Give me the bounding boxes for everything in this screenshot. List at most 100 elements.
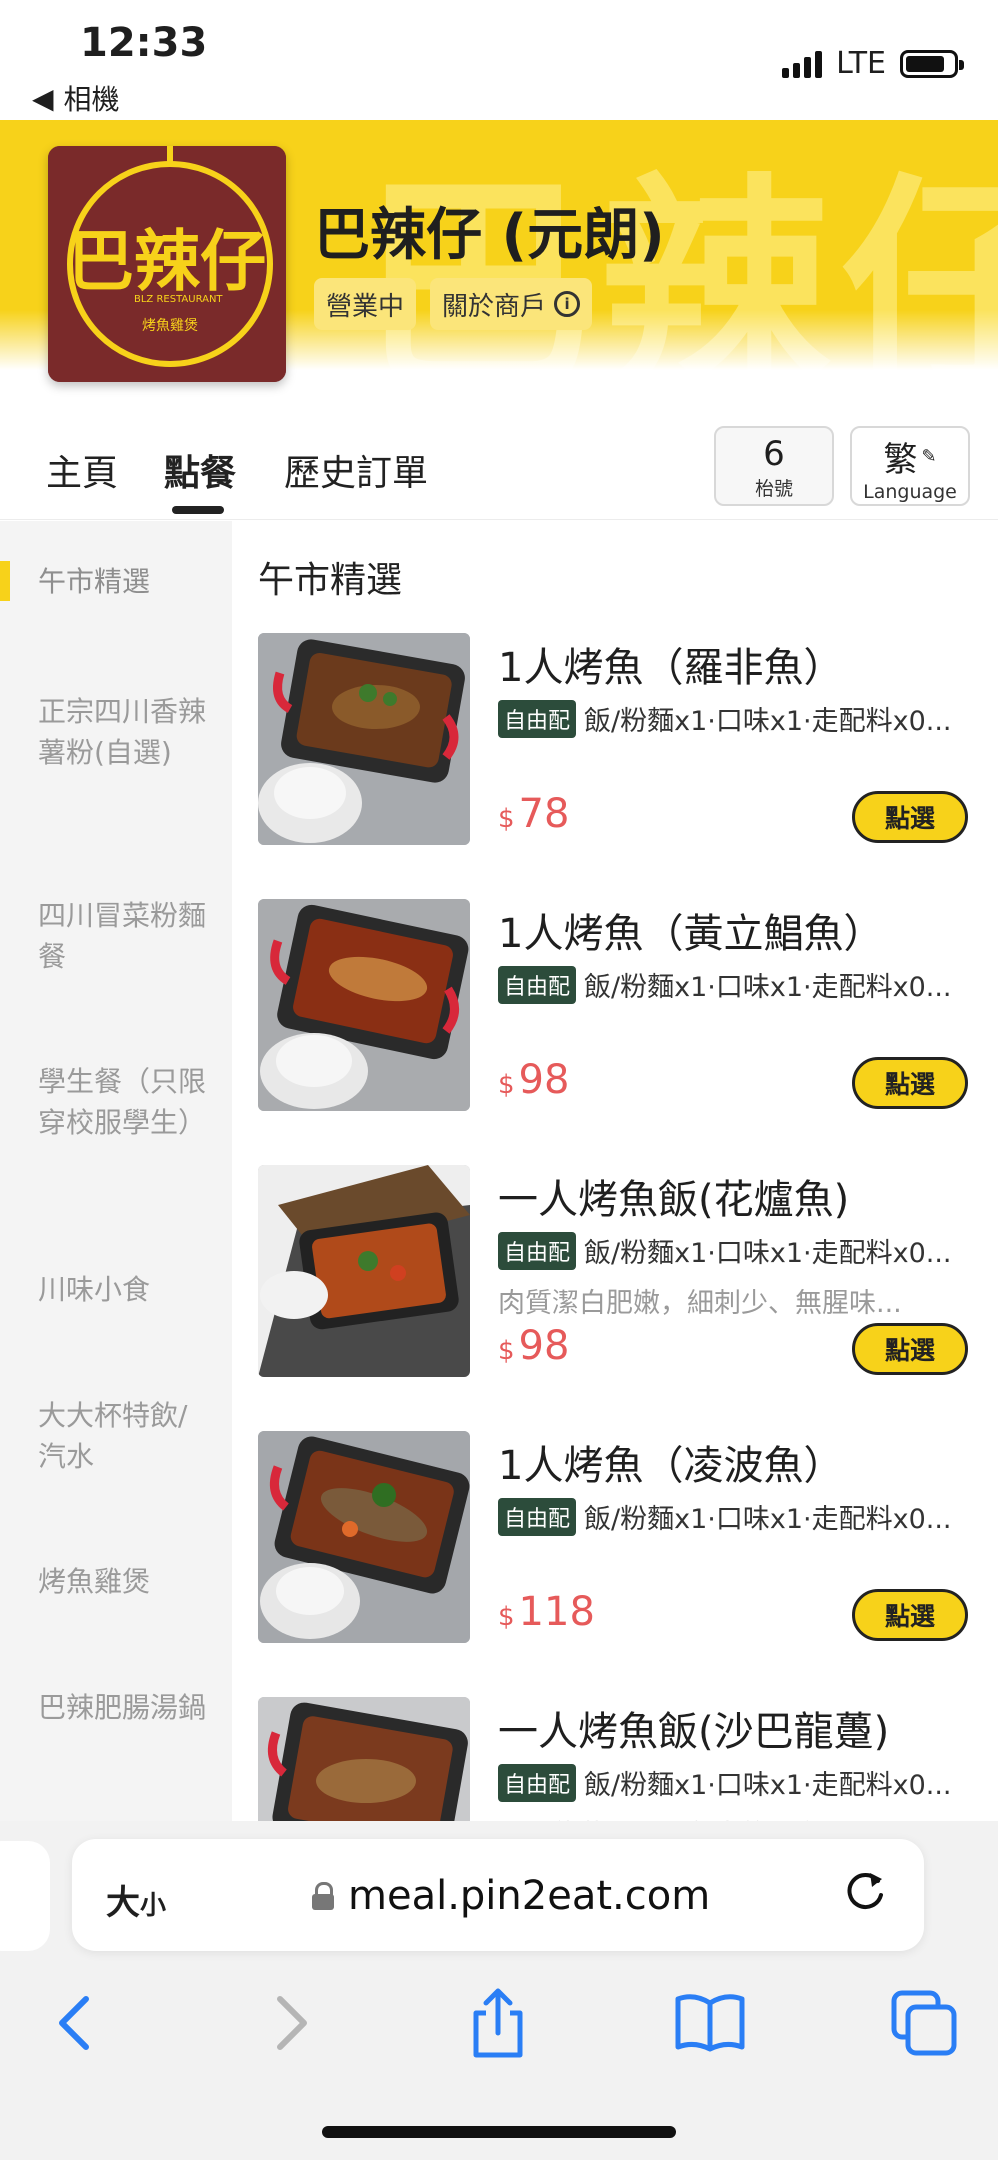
- home-indicator: [322, 2126, 676, 2138]
- dish-price: $98: [498, 1323, 569, 1369]
- menu-item[interactable]: 一人烤魚飯(沙巴龍躉) 自由配 飯/粉麵x1·口味x1·走配料x0... 沙巴龍…: [258, 1697, 968, 1821]
- dish-options-text: 飯/粉麵x1·口味x1·走配料x0...: [584, 1238, 952, 1269]
- dish-photo: [258, 633, 470, 845]
- dish-photo: [258, 899, 470, 1111]
- forward-icon[interactable]: [250, 1983, 330, 2063]
- dish-options: 自由配 飯/粉麵x1·口味x1·走配料x0...: [498, 1497, 968, 1536]
- info-icon: i: [554, 291, 581, 317]
- back-triangle-icon: ◀: [32, 81, 54, 115]
- select-dish-button[interactable]: 點選: [852, 791, 968, 843]
- sidebar-item-snacks[interactable]: 川味小食: [38, 1269, 208, 1310]
- dish-photo: [258, 1431, 470, 1643]
- dish-options-text: 飯/粉麵x1·口味x1·走配料x0...: [584, 1504, 952, 1535]
- sidebar-item-sichuan-noodles[interactable]: 正宗四川香辣薯粉(自選): [38, 691, 208, 773]
- tab-home[interactable]: 主頁: [46, 444, 118, 496]
- pencil-icon: ✎: [921, 446, 937, 467]
- merchant-name: 巴辣仔 (元朗): [314, 203, 665, 268]
- active-tab-indicator: [172, 506, 224, 514]
- text-size-button[interactable]: 大小: [106, 1875, 166, 1924]
- dish-options-text: 飯/粉麵x1·口味x1·走配料x0...: [584, 972, 952, 1003]
- language-label: Language: [863, 481, 957, 503]
- table-number: 6: [763, 434, 785, 474]
- language-char: 繁: [883, 440, 918, 480]
- language-button[interactable]: 繁 ✎ Language: [850, 426, 970, 506]
- dish-options: 自由配 飯/粉麵x1·口味x1·走配料x0...: [498, 1763, 968, 1802]
- dish-description: 肉質潔白肥嫩，細刺少、無腥味...: [498, 1288, 902, 1319]
- currency-symbol: $: [498, 804, 515, 834]
- url-display[interactable]: meal.pin2eat.com: [312, 1873, 710, 1919]
- menu-item[interactable]: 一人烤魚飯(花爐魚) 自由配 飯/粉麵x1·口味x1·走配料x0... 肉質潔白…: [258, 1165, 968, 1377]
- logo-bottom-text: 烤魚雞煲: [142, 317, 198, 334]
- category-sidebar: 午市精選 正宗四川香辣薯粉(自選) 四川冒菜粉麵餐 學生餐（只限穿校服學生） 川…: [0, 521, 232, 1821]
- dish-name: 1人烤魚（羅非魚）: [498, 645, 844, 691]
- merchant-logo: 巴辣仔 BLZ RESTAURANT 烤魚雞煲: [48, 146, 286, 382]
- dish-name: 1人烤魚（黃立鯧魚）: [498, 911, 884, 957]
- dish-options: 自由配 飯/粉麵x1·口味x1·走配料x0...: [498, 699, 968, 738]
- about-merchant-label: 關於商戶: [442, 291, 547, 322]
- table-number-label: 枱號: [754, 478, 793, 500]
- free-combo-badge: 自由配: [498, 1763, 577, 1802]
- logo-main-text: 巴辣仔: [68, 223, 266, 300]
- dish-name: 1人烤魚（凌波魚）: [498, 1443, 844, 1489]
- sidebar-item-student-meal[interactable]: 學生餐（只限穿校服學生）: [38, 1061, 208, 1143]
- url-text: meal.pin2eat.com: [348, 1873, 711, 1919]
- text-size-small: 小: [140, 1891, 167, 1921]
- menu-item[interactable]: 1人烤魚（凌波魚） 自由配 飯/粉麵x1·口味x1·走配料x0... $118 …: [258, 1431, 968, 1643]
- tab-order-history[interactable]: 歷史訂單: [284, 444, 428, 496]
- select-dish-button[interactable]: 點選: [852, 1323, 968, 1375]
- select-dish-button[interactable]: 點選: [852, 1589, 968, 1641]
- status-time: 12:33: [80, 20, 208, 66]
- price-value: 78: [518, 791, 570, 837]
- browser-address-area: 大小 meal.pin2eat.com: [0, 1821, 998, 1961]
- select-dish-button[interactable]: 點選: [852, 1057, 968, 1109]
- price-value: 118: [518, 1589, 595, 1635]
- previous-tab-peek[interactable]: [0, 1841, 50, 1951]
- back-icon[interactable]: [36, 1983, 116, 2063]
- dish-photo: [258, 1697, 470, 1821]
- free-combo-badge: 自由配: [498, 1497, 577, 1536]
- bookmarks-icon[interactable]: [670, 1983, 750, 2063]
- sidebar-item-grilled-fish[interactable]: 烤魚雞煲: [38, 1561, 208, 1602]
- text-size-large: 大: [106, 1883, 140, 1923]
- merchant-tags: 營業中 關於商戶 i: [314, 278, 593, 330]
- status-bar: 12:33 ◀ 相機 LTE: [0, 0, 998, 120]
- tabs-icon[interactable]: [884, 1983, 964, 2063]
- dish-options-text: 飯/粉麵x1·口味x1·走配料x0...: [584, 1770, 952, 1801]
- sidebar-item-maocai[interactable]: 四川冒菜粉麵餐: [38, 895, 208, 977]
- signal-icon: [782, 50, 823, 78]
- sidebar-item-drinks[interactable]: 大大杯特飲/汽水: [38, 1395, 208, 1477]
- currency-symbol: $: [498, 1070, 515, 1100]
- free-combo-badge: 自由配: [498, 965, 577, 1004]
- free-combo-badge: 自由配: [498, 699, 577, 738]
- dish-name: 一人烤魚飯(花爐魚): [498, 1177, 850, 1223]
- menu-item[interactable]: 1人烤魚（黃立鯧魚） 自由配 飯/粉麵x1·口味x1·走配料x0... $98 …: [258, 899, 968, 1111]
- logo-sub-text: BLZ RESTAURANT: [134, 294, 223, 305]
- back-app-label: 相機: [63, 83, 120, 116]
- open-status-badge: 營業中: [314, 278, 417, 330]
- active-category-marker: [0, 561, 10, 601]
- dish-options-text: 飯/粉麵x1·口味x1·走配料x0...: [584, 706, 952, 737]
- dish-name: 一人烤魚飯(沙巴龍躉): [498, 1709, 890, 1755]
- menu-item[interactable]: 1人烤魚（羅非魚） 自由配 飯/粉麵x1·口味x1·走配料x0... $78 點…: [258, 633, 968, 845]
- dish-description: 沙巴龍躉是石斑魚中的混血兒...: [498, 1813, 968, 1821]
- dish-price: $78: [498, 791, 569, 837]
- sidebar-item-lunch-specials[interactable]: 午市精選: [38, 561, 208, 602]
- dish-options: 自由配 飯/粉麵x1·口味x1·走配料x0...: [498, 965, 968, 1004]
- menu-list: 午市精選 1人烤魚（羅非魚） 自由配 飯/粉麵x1·口味x1·走配料x0... …: [232, 521, 998, 1821]
- price-value: 98: [518, 1323, 570, 1369]
- dish-price: $118: [498, 1589, 595, 1635]
- back-to-app-link[interactable]: ◀ 相機: [32, 78, 120, 118]
- share-icon[interactable]: [458, 1983, 538, 2063]
- table-number-box: 6 枱號: [714, 426, 834, 506]
- tab-order[interactable]: 點餐: [164, 444, 236, 496]
- currency-symbol: $: [498, 1602, 515, 1632]
- lock-icon: [312, 1882, 334, 1910]
- open-status-label: 營業中: [326, 291, 405, 322]
- status-indicators: LTE: [782, 46, 964, 81]
- dish-photo: [258, 1165, 470, 1377]
- address-bar[interactable]: 大小 meal.pin2eat.com: [72, 1839, 924, 1951]
- sidebar-item-intestine-pot[interactable]: 巴辣肥腸湯鍋: [38, 1687, 208, 1728]
- reload-icon[interactable]: [840, 1867, 890, 1917]
- about-merchant-button[interactable]: 關於商戶 i: [430, 278, 593, 330]
- price-value: 98: [518, 1057, 570, 1103]
